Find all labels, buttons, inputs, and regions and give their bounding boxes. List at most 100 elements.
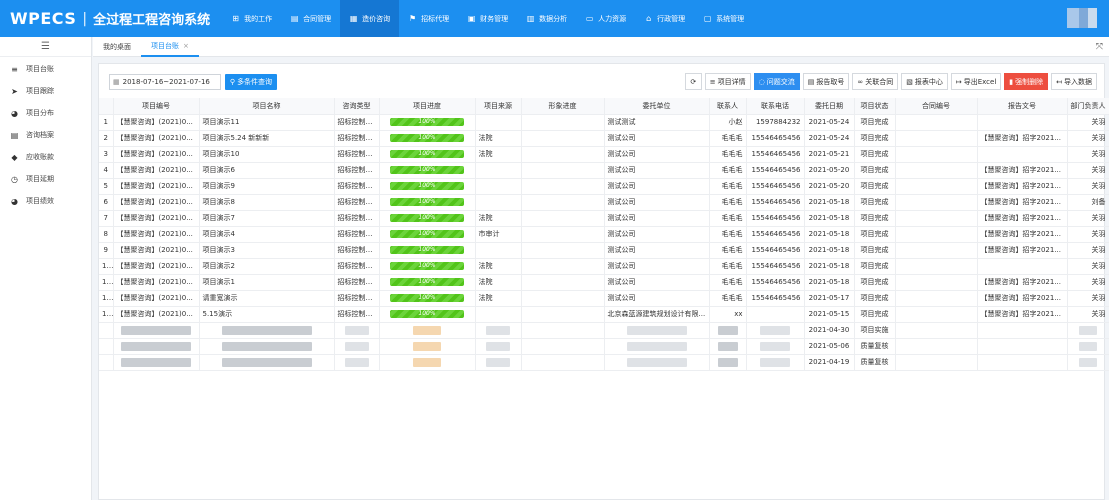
redacted-table-row[interactable]: 2021-05-06 质量复核 <box>99 338 1109 355</box>
nav-item-7[interactable]: ▭ 人力资源 <box>576 0 635 37</box>
redacted-cell <box>604 338 710 355</box>
table-cell <box>521 114 605 131</box>
table-row[interactable]: 10 【慧聚咨询】(2021)0... 项目演示2 招标控制价... 100% 法院 测试公… <box>99 258 1109 275</box>
fullscreen-icon[interactable]: ⤧ <box>1096 42 1103 52</box>
nav-item-4[interactable]: ⚑ 招标代理 <box>399 0 458 37</box>
table-row[interactable]: 12 【慧聚咨询】(2021)0... 请重宽演示 招标控制价... 100% 法院 测试公… <box>99 290 1109 307</box>
table-row[interactable]: 13 【慧聚咨询】(2021)0... 5.15演示 招标控制价... 100% 北京森蓝… <box>99 306 1109 323</box>
nav-item-9[interactable]: ▢ 系统管理 <box>694 0 753 37</box>
nav-item-3[interactable]: ▦ 造价咨询 <box>340 0 400 37</box>
tab-project-ledger[interactable]: 项目台账 × <box>141 37 199 57</box>
redacted-cell <box>475 354 522 371</box>
sidebar-toggle-icon[interactable]: ☰ <box>0 37 91 57</box>
sidebar-item-3[interactable]: ◕ 项目分布 <box>0 103 91 123</box>
table-cell: 15546465456 <box>746 226 805 243</box>
progress-cell: 100% <box>379 242 476 259</box>
table-row[interactable]: 8 【慧聚咨询】(2021)0... 项目演示4 招标控制价... 100% 市审计 测试公… <box>99 226 1109 243</box>
column-header[interactable]: 报告文号 <box>977 98 1068 115</box>
sidebar-item-7[interactable]: ◕ 项目绩效 <box>0 191 91 211</box>
column-header[interactable]: 委托单位 <box>604 98 710 115</box>
nav-item-6[interactable]: ▥ 数据分析 <box>517 0 576 37</box>
date-range-value: 2018-07-16~2021-07-16 <box>122 78 210 86</box>
table-cell: 关羽 <box>1067 146 1109 163</box>
table-cell: 【慧聚咨询】(2021)0... <box>113 306 200 323</box>
table-cell: 质量复核 <box>854 354 896 371</box>
action-button-3[interactable]: ▤ 报告取号 <box>802 73 850 90</box>
table-row[interactable]: 7 【慧聚咨询】(2021)0... 项目演示7 招标控制价... 100% 法院 测试公司… <box>99 210 1109 227</box>
action-label: 项目详情 <box>717 77 746 86</box>
redacted-cell <box>199 354 335 371</box>
progress-bar: 100% <box>390 134 464 142</box>
close-icon[interactable]: × <box>183 42 189 50</box>
table-row[interactable]: 4 【慧聚咨询】(2021)0... 项目演示6 招标控制价... 100% 测试公司 毛毛… <box>99 162 1109 179</box>
action-button-7[interactable]: ▮ 强制删除 <box>1004 73 1049 90</box>
action-button-4[interactable]: ∞ 关联合同 <box>852 73 899 90</box>
nav-item-8[interactable]: ⌂ 行政管理 <box>635 0 694 37</box>
table-row[interactable]: 1 【慧聚咨询】(2021)0... 项目演示11 招标控制价... 100% 测试测试小… <box>99 114 1109 131</box>
column-header[interactable]: 项目状态 <box>854 98 896 115</box>
redacted-cell <box>379 322 476 339</box>
column-header[interactable]: 形象进度 <box>521 98 605 115</box>
column-header[interactable]: 项目来源 <box>475 98 522 115</box>
user-avatar[interactable] <box>1067 8 1097 28</box>
sidebar-item-5[interactable]: ◆ 应收账款 <box>0 147 91 167</box>
nav-item-1[interactable]: ⊞ 我的工作 <box>222 0 281 37</box>
redacted-table-row[interactable]: 2021-04-19 质量复核 <box>99 354 1109 371</box>
action-button-6[interactable]: ↦ 导出Excel <box>950 73 1002 90</box>
table-row[interactable]: 11 【慧聚咨询】(2021)0... 项目演示1 招标控制价... 100% 法院 测试公… <box>99 274 1109 291</box>
table-row[interactable]: 2 【慧聚咨询】(2021)0... 项目演示5.24 新新新 招标控制价... 100… <box>99 130 1109 147</box>
column-header[interactable]: 联系电话 <box>746 98 805 115</box>
table-cell: 2021-05-17 <box>804 290 855 307</box>
sidebar-item-label: 项目跟踪 <box>26 87 54 95</box>
column-header[interactable]: 委托日期 <box>804 98 855 115</box>
column-header[interactable]: 联系人 <box>709 98 747 115</box>
list-icon: ≡ <box>11 64 18 74</box>
nav-label: 我的工作 <box>244 14 273 23</box>
table-row[interactable]: 5 【慧聚咨询】(2021)0... 项目演示9 招标控制价... 100% 测试公司 毛毛… <box>99 178 1109 195</box>
column-header[interactable]: 合同编号 <box>895 98 978 115</box>
table-cell: 项目演示8 <box>199 194 335 211</box>
table-cell: 【慧聚咨询】(2021)0... <box>113 146 200 163</box>
column-header[interactable]: 部门负责人 <box>1067 98 1109 115</box>
table-cell <box>521 226 605 243</box>
nav-item-5[interactable]: ▣ 财务管理 <box>458 0 517 37</box>
sidebar-item-1[interactable]: ≡ 项目台账 <box>0 59 91 79</box>
redacted-cell <box>379 338 476 355</box>
grid-icon: ▦ <box>349 14 358 23</box>
multi-search-button[interactable]: ⚲ 多条件查询 <box>225 74 277 90</box>
column-header[interactable]: 项目编号 <box>113 98 200 115</box>
action-button-1[interactable]: ≡ 项目详情 <box>704 73 751 90</box>
briefcase-icon: ▣ <box>467 14 476 23</box>
table-cell: 2021-05-18 <box>804 210 855 227</box>
column-header[interactable]: 咨询类型 <box>334 98 380 115</box>
table-row[interactable]: 6 【慧聚咨询】(2021)0... 项目演示8 招标控制价... 100% 测试公司 毛毛… <box>99 194 1109 211</box>
table-cell <box>475 114 522 131</box>
column-header[interactable]: 项目名称 <box>199 98 335 115</box>
column-header[interactable]: 项目进度 <box>379 98 476 115</box>
table-cell <box>895 274 978 291</box>
redacted-cell <box>1067 354 1109 371</box>
table-cell: 招标控制价... <box>334 274 380 291</box>
action-button-2[interactable]: ◌ 问题交流 <box>753 73 800 90</box>
sidebar-item-6[interactable]: ◷ 项目延期 <box>0 169 91 189</box>
column-header[interactable] <box>99 98 114 115</box>
sidebar-item-2[interactable]: ➤ 项目跟踪 <box>0 81 91 101</box>
sidebar-item-4[interactable]: ▤ 咨询档案 <box>0 125 91 145</box>
nav-item-2[interactable]: ▤ 合同管理 <box>281 0 340 37</box>
table-cell <box>521 322 605 339</box>
table-row[interactable]: 9 【慧聚咨询】(2021)0... 项目演示3 招标控制价... 100% 测试公司 毛毛… <box>99 242 1109 259</box>
action-button-5[interactable]: ▧ 报表中心 <box>901 73 948 90</box>
refresh-button[interactable]: ⟳ <box>684 73 702 90</box>
table-cell: 招标控制价... <box>334 130 380 147</box>
table-cell: 项目演示7 <box>199 210 335 227</box>
tab-desktop[interactable]: 我的桌面 <box>93 37 141 57</box>
action-button-8[interactable]: ↤ 导入数据 <box>1051 73 1097 90</box>
nav-label: 招标代理 <box>421 14 450 23</box>
redaction-block <box>1079 325 1097 335</box>
redacted-table-row[interactable]: 2021-04-30 项目实施 <box>99 322 1109 339</box>
table-cell: 招标控制价... <box>334 242 380 259</box>
date-range-input[interactable]: ▦ 2018-07-16~2021-07-16 <box>109 74 221 90</box>
table-row[interactable]: 3 【慧聚咨询】(2021)0... 项目演示10 招标控制价... 100% 法院 测试公… <box>99 146 1109 163</box>
table-cell: 测试公司 <box>604 226 710 243</box>
brand[interactable]: WPECS | 全过程工程咨询系统 <box>10 9 210 28</box>
